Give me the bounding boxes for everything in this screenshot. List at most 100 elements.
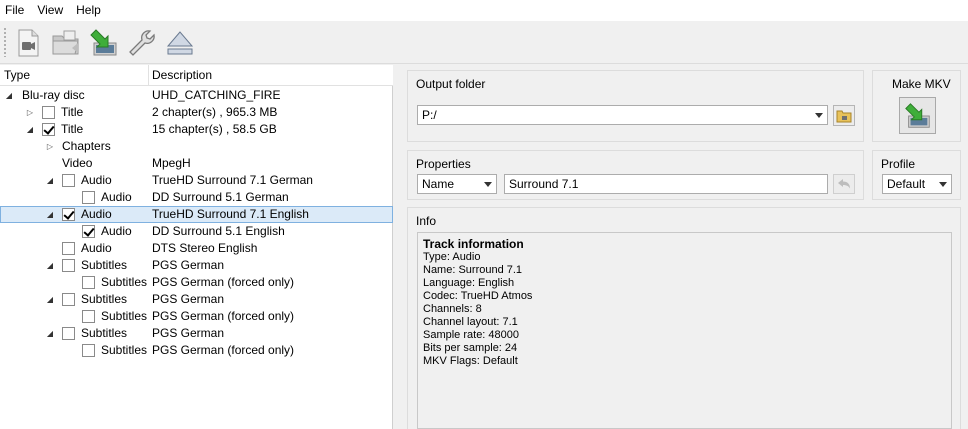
info-line: MKV Flags: Default [423,355,518,367]
row-checkbox[interactable] [82,344,95,357]
backup-drive-icon [904,102,930,128]
output-folder-value: P:/ [422,108,437,122]
row-type: Subtitles [101,309,148,323]
info-title: Info [416,214,437,228]
expand-arrow-icon[interactable]: ▷ [25,104,35,121]
row-checkbox[interactable] [62,174,75,187]
tree-row-subtitles[interactable]: Subtitles PGS German (forced only) [0,308,393,325]
row-type: Subtitles [101,343,148,357]
tree-row-audio-selected[interactable]: ◢ Audio TrueHD Surround 7.1 English [0,206,393,223]
backup-button[interactable] [86,25,122,61]
expand-arrow-icon[interactable]: ▷ [45,138,55,155]
toolbar-grip[interactable] [3,27,7,57]
output-folder-combo[interactable]: P:/ [417,105,828,125]
disc-tree[interactable]: Type Description ◢ Blu-ray disc UHD_CATC… [0,65,393,429]
row-checkbox[interactable] [82,276,95,289]
chevron-down-icon[interactable] [939,182,947,187]
property-field-value: Name [422,177,455,191]
eject-button[interactable] [162,25,198,61]
row-checkbox[interactable] [62,327,75,340]
row-checkbox[interactable] [62,259,75,272]
row-desc: PGS German (forced only) [152,275,295,289]
row-checkbox[interactable] [42,123,55,136]
tree-row-subtitles[interactable]: ◢ Subtitles PGS German [0,325,393,342]
info-line: Sample rate: 48000 [423,329,520,341]
info-line: Channels: 8 [423,303,482,315]
row-checkbox[interactable] [82,310,95,323]
row-desc: PGS German (forced only) [152,343,295,357]
tree-row-title[interactable]: ◢ Title 15 chapter(s) , 58.5 GB [0,121,393,138]
folder-icon [836,110,852,122]
row-desc: PGS German (forced only) [152,309,295,323]
row-desc: 2 chapter(s) , 965.3 MB [152,105,278,119]
property-value-input[interactable]: Surround 7.1 [504,174,828,194]
row-type: Audio [101,190,132,204]
row-type: Blu-ray disc [22,88,85,102]
tree-row-subtitles[interactable]: ◢ Subtitles PGS German [0,291,393,308]
chevron-down-icon[interactable] [484,182,492,187]
track-info-heading: Track information [423,237,524,251]
menu-file[interactable]: File [0,0,32,21]
folder-disc-icon [52,30,79,55]
row-desc: MpegH [152,156,191,170]
row-type: Title [61,122,84,136]
column-type[interactable]: Type [4,68,30,82]
row-checkbox[interactable] [42,106,55,119]
revert-button[interactable] [833,174,855,194]
info-line: Type: Audio [423,251,481,263]
tree-row-disc[interactable]: ◢ Blu-ray disc UHD_CATCHING_FIRE [0,87,393,104]
property-value-text: Surround 7.1 [509,177,579,191]
menu-view[interactable]: View [32,0,71,21]
row-type: Audio [81,207,112,221]
collapse-arrow-icon[interactable]: ◢ [45,325,55,342]
row-checkbox[interactable] [82,225,95,238]
row-checkbox[interactable] [62,293,75,306]
tree-row-audio[interactable]: Audio DD Surround 5.1 English [0,223,393,240]
track-info-box: Track information Type: Audio Name: Surr… [417,232,952,429]
tree-row-audio[interactable]: Audio DD Surround 5.1 German [0,189,393,206]
tree-row-subtitles[interactable]: Subtitles PGS German (forced only) [0,274,393,291]
collapse-arrow-icon[interactable]: ◢ [45,206,55,223]
open-files-button[interactable] [10,25,46,61]
row-desc: PGS German [152,326,225,340]
collapse-arrow-icon[interactable]: ◢ [45,291,55,308]
collapse-arrow-icon[interactable]: ◢ [45,172,55,189]
undo-icon [838,179,850,189]
make-mkv-button[interactable] [899,97,936,134]
properties-group: Properties Name Surround 7.1 [407,150,864,200]
row-checkbox[interactable] [62,208,75,221]
tree-row-video[interactable]: Video MpegH [0,155,393,172]
tree-row-audio[interactable]: Audio DTS Stereo English [0,240,393,257]
video-file-icon [18,29,39,57]
collapse-arrow-icon[interactable]: ◢ [4,87,14,104]
row-desc: DD Surround 5.1 German [152,190,289,204]
column-description[interactable]: Description [152,68,212,82]
tree-row-chapters[interactable]: ▷ Chapters [0,138,393,155]
collapse-arrow-icon[interactable]: ◢ [45,257,55,274]
details-panel: Output folder P:/ Make MKV Properties Na… [401,65,968,429]
row-type: Subtitles [81,326,128,340]
row-type: Audio [81,241,112,255]
preferences-button[interactable] [124,25,160,61]
row-checkbox[interactable] [82,191,95,204]
menu-help[interactable]: Help [71,0,109,21]
open-disc-button[interactable] [48,25,84,61]
chevron-down-icon[interactable] [815,113,823,118]
collapse-arrow-icon[interactable]: ◢ [25,121,35,138]
property-field-combo[interactable]: Name [417,174,497,194]
browse-folder-button[interactable] [833,105,855,126]
profile-combo[interactable]: Default [882,174,952,194]
info-line: Codec: TrueHD Atmos [423,290,533,302]
info-line: Bits per sample: 24 [423,342,518,354]
tree-row-title[interactable]: ▷ Title 2 chapter(s) , 965.3 MB [0,104,393,121]
tree-row-subtitles[interactable]: Subtitles PGS German (forced only) [0,342,393,359]
row-checkbox[interactable] [62,242,75,255]
row-desc: 15 chapter(s) , 58.5 GB [152,122,277,136]
tree-row-subtitles[interactable]: ◢ Subtitles PGS German [0,257,393,274]
row-desc: PGS German [152,292,225,306]
row-type: Subtitles [81,258,128,272]
tree-row-audio[interactable]: ◢ Audio TrueHD Surround 7.1 German [0,172,393,189]
row-type: Chapters [62,139,111,153]
row-type: Subtitles [101,275,148,289]
properties-title: Properties [416,157,471,171]
